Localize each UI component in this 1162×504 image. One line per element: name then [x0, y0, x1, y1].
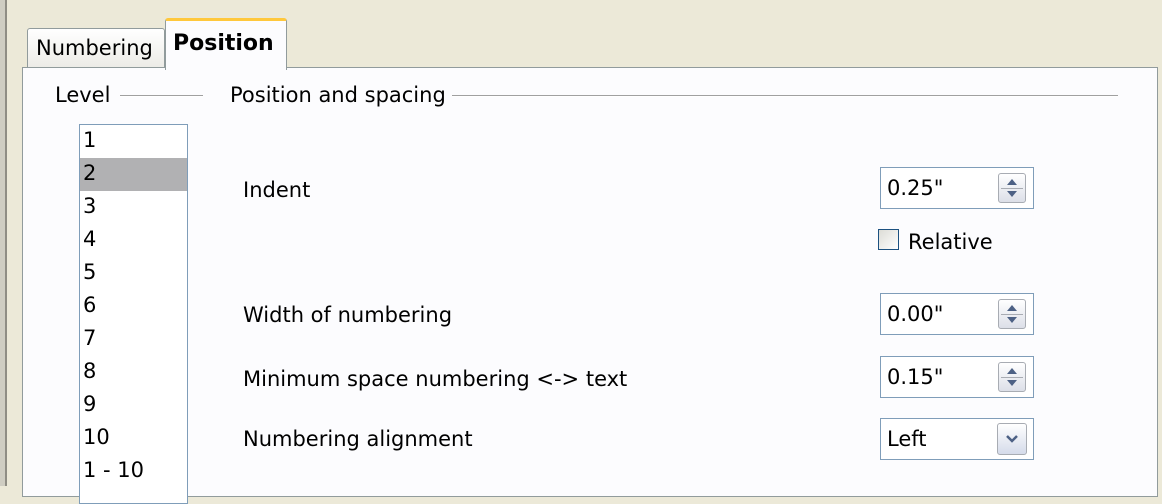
min-space-label: Minimum space numbering <-> text: [243, 367, 628, 391]
list-item[interactable]: 4: [80, 224, 187, 257]
stepper-divider: [1001, 377, 1023, 378]
spin-up-icon[interactable]: [1007, 368, 1017, 374]
list-item[interactable]: 1 - 10: [80, 455, 187, 488]
indent-spinbox[interactable]: 0.25": [880, 167, 1034, 209]
list-item[interactable]: 1: [80, 125, 187, 158]
stepper-divider: [1001, 314, 1023, 315]
indent-stepper[interactable]: [998, 173, 1026, 203]
indent-label: Indent: [243, 178, 311, 202]
stepper-divider: [1001, 188, 1023, 189]
width-numbering-spinbox[interactable]: 0.00": [880, 293, 1034, 335]
spin-up-icon[interactable]: [1007, 179, 1017, 185]
dropdown-button[interactable]: [997, 423, 1027, 455]
spin-up-icon[interactable]: [1007, 305, 1017, 311]
alignment-select[interactable]: Left: [880, 418, 1034, 460]
list-item[interactable]: 10: [80, 422, 187, 455]
width-numbering-stepper[interactable]: [998, 299, 1026, 329]
list-item[interactable]: 3: [80, 191, 187, 224]
spin-down-icon[interactable]: [1007, 191, 1017, 197]
list-item[interactable]: 9: [80, 389, 187, 422]
tab-position[interactable]: Position: [165, 18, 287, 70]
spin-down-icon[interactable]: [1007, 380, 1017, 386]
indent-value[interactable]: 0.25": [887, 168, 943, 208]
position-spacing-rule: [452, 95, 1118, 97]
width-numbering-value[interactable]: 0.00": [887, 294, 943, 334]
width-numbering-label: Width of numbering: [243, 303, 453, 327]
min-space-value[interactable]: 0.15": [887, 357, 943, 397]
alignment-label: Numbering alignment: [243, 427, 473, 451]
tab-numbering[interactable]: Numbering: [27, 28, 165, 68]
min-space-stepper[interactable]: [998, 362, 1026, 392]
spin-down-icon[interactable]: [1007, 317, 1017, 323]
relative-label[interactable]: Relative: [908, 230, 993, 254]
list-item[interactable]: 7: [80, 323, 187, 356]
level-list[interactable]: 1 2 3 4 5 6 7 8 9 10 1 - 10: [79, 124, 188, 504]
min-space-spinbox[interactable]: 0.15": [880, 356, 1034, 398]
list-item[interactable]: 2: [80, 158, 187, 191]
level-rule: [120, 95, 203, 97]
list-item[interactable]: 8: [80, 356, 187, 389]
chevron-down-icon: [1006, 435, 1018, 443]
list-item[interactable]: 5: [80, 257, 187, 290]
relative-checkbox[interactable]: [878, 229, 899, 250]
window-edge: [0, 0, 7, 486]
position-spacing-heading: Position and spacing: [230, 83, 452, 107]
level-heading: Level: [55, 83, 117, 107]
alignment-value[interactable]: Left: [887, 419, 927, 459]
list-item[interactable]: 6: [80, 290, 187, 323]
